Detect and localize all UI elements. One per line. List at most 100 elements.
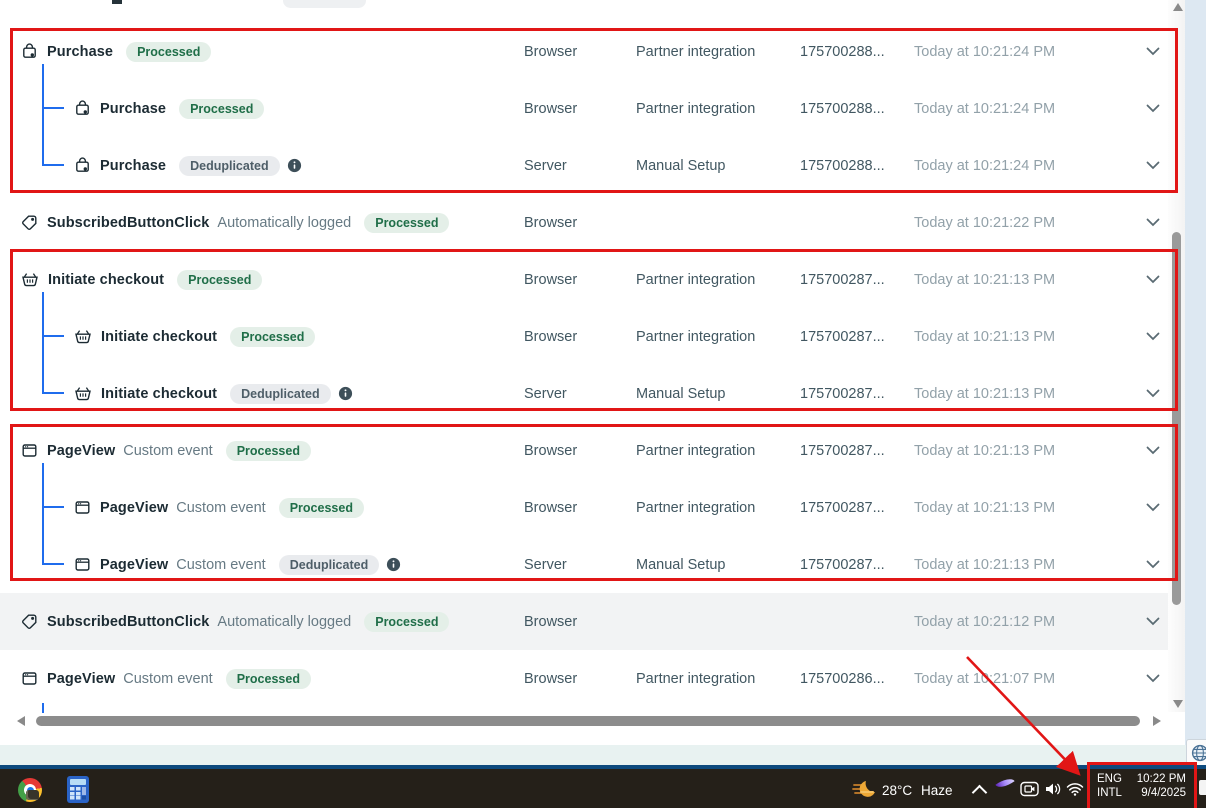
- scroll-right-arrow-icon[interactable]: [1153, 716, 1161, 726]
- event-row[interactable]: PageView Custom event Processed Browser …: [0, 422, 1168, 479]
- tag-icon: [21, 613, 38, 630]
- event-qualifier: Automatically logged: [217, 215, 351, 231]
- time-cell: Today at 10:21:13 PM: [914, 272, 1055, 288]
- event-id-cell: 175700287...: [800, 500, 885, 516]
- event-cell: PageView Custom event Processed: [21, 441, 311, 461]
- weather-desc[interactable]: Haze: [921, 783, 953, 798]
- calculator-icon[interactable]: [67, 776, 89, 803]
- event-cell: SubscribedButtonClick Automatically logg…: [21, 612, 449, 632]
- connection-cell: Browser: [524, 329, 577, 345]
- connection-cell: Browser: [524, 44, 577, 60]
- expand-chevron-icon[interactable]: [1146, 215, 1160, 231]
- scroll-up-arrow-icon[interactable]: [1173, 3, 1183, 11]
- event-row[interactable]: Initiate checkout Processed Browser Part…: [0, 251, 1168, 308]
- weather-temp[interactable]: 28°C: [882, 783, 912, 798]
- time-cell: Today at 10:21:22 PM: [914, 215, 1055, 231]
- expand-chevron-icon[interactable]: [1146, 557, 1160, 573]
- tag-icon: [21, 214, 38, 231]
- meet-now-icon[interactable]: [1020, 781, 1039, 797]
- event-qualifier: Automatically logged: [217, 614, 351, 630]
- event-row[interactable]: SubscribedButtonClick Automatically logg…: [0, 194, 1168, 251]
- wifi-icon[interactable]: [1066, 782, 1084, 796]
- vertical-scrollbar[interactable]: [1168, 0, 1185, 712]
- event-row[interactable]: Purchase Deduplicated Server Manual Setu…: [0, 137, 1168, 194]
- event-name: Initiate checkout: [101, 386, 217, 402]
- taskbar-clock[interactable]: 10:22 PM 9/4/2025: [1128, 772, 1186, 800]
- expand-chevron-icon[interactable]: [1146, 386, 1160, 402]
- status-badge: Processed: [279, 498, 364, 518]
- expand-chevron-icon[interactable]: [1146, 272, 1160, 288]
- event-row[interactable]: Initiate checkout Processed Browser Part…: [0, 308, 1168, 365]
- event-row[interactable]: Initiate checkout Deduplicated Server Ma…: [0, 365, 1168, 422]
- setup-cell: Partner integration: [636, 443, 755, 459]
- event-row[interactable]: Purchase Processed Browser Partner integ…: [0, 23, 1168, 80]
- status-badge: Processed: [226, 669, 311, 689]
- scroll-left-arrow-icon[interactable]: [17, 716, 25, 726]
- connection-cell: Browser: [524, 671, 577, 687]
- horizontal-scrollbar-thumb[interactable]: [36, 716, 1140, 726]
- expand-chevron-icon[interactable]: [1146, 500, 1160, 516]
- event-name: Purchase: [100, 101, 166, 117]
- info-icon[interactable]: [287, 158, 302, 173]
- connection-cell: Browser: [524, 614, 577, 630]
- setup-cell: Partner integration: [636, 272, 755, 288]
- event-cell: Purchase Processed: [21, 42, 211, 62]
- chrome-badge-overlay-icon: [26, 790, 39, 800]
- event-cell: SubscribedButtonClick Automatically logg…: [21, 213, 449, 233]
- scroll-down-arrow-icon[interactable]: [1173, 700, 1183, 708]
- purchase-bag-icon: [74, 100, 91, 117]
- vertical-scrollbar-thumb[interactable]: [1172, 232, 1181, 605]
- expand-chevron-icon[interactable]: [1146, 44, 1160, 60]
- event-row[interactable]: PageView Custom event Deduplicated Serve…: [0, 536, 1168, 593]
- connection-cell: Browser: [524, 215, 577, 231]
- expand-chevron-icon[interactable]: [1146, 101, 1160, 117]
- event-name: PageView: [47, 671, 115, 687]
- expand-chevron-icon[interactable]: [1146, 614, 1160, 630]
- basket-icon: [74, 385, 92, 402]
- time-cell: Today at 10:21:07 PM: [914, 671, 1055, 687]
- weather-icon[interactable]: [852, 779, 878, 799]
- event-id-cell: 175700286...: [800, 671, 885, 687]
- time-cell: Today at 10:21:24 PM: [914, 44, 1055, 60]
- expand-chevron-icon[interactable]: [1146, 158, 1160, 174]
- expand-chevron-icon[interactable]: [1146, 671, 1160, 687]
- time-cell: Today at 10:21:24 PM: [914, 101, 1055, 117]
- status-badge: Processed: [177, 270, 262, 290]
- expand-chevron-icon[interactable]: [1146, 443, 1160, 459]
- info-icon[interactable]: [386, 557, 401, 572]
- connection-cell: Browser: [524, 272, 577, 288]
- info-icon[interactable]: [338, 386, 353, 401]
- expand-chevron-icon[interactable]: [1146, 329, 1160, 345]
- globe-icon[interactable]: [1191, 744, 1206, 767]
- status-badge: Processed: [126, 42, 211, 62]
- time-cell: Today at 10:21:24 PM: [914, 158, 1055, 174]
- event-cell: Initiate checkout Processed: [74, 327, 315, 347]
- event-cell: PageView Custom event Deduplicated: [74, 555, 401, 575]
- horizontal-scrollbar[interactable]: [0, 713, 1168, 729]
- event-id-cell: 175700288...: [800, 158, 885, 174]
- event-id-cell: 175700288...: [800, 44, 885, 60]
- status-badge: Processed: [179, 99, 264, 119]
- event-row[interactable]: Purchase Processed Browser Partner integ…: [0, 80, 1168, 137]
- language-line2: INTL: [1097, 786, 1122, 800]
- volume-icon[interactable]: [1044, 781, 1062, 797]
- event-name: Purchase: [47, 44, 113, 60]
- status-badge: Processed: [230, 327, 315, 347]
- event-name: Initiate checkout: [48, 272, 164, 288]
- status-badge: Processed: [364, 612, 449, 632]
- clock-date: 9/4/2025: [1128, 786, 1186, 800]
- event-cell: PageView Custom event Processed: [74, 498, 364, 518]
- event-cell: Initiate checkout Deduplicated: [74, 384, 353, 404]
- status-badge: Processed: [364, 213, 449, 233]
- setup-cell: Partner integration: [636, 44, 755, 60]
- status-badge: Deduplicated: [230, 384, 331, 404]
- event-row[interactable]: PageView Custom event Processed Browser …: [0, 650, 1168, 707]
- event-row[interactable]: PageView Custom event Processed Browser …: [0, 479, 1168, 536]
- action-center-icon[interactable]: [1199, 780, 1206, 795]
- event-row[interactable]: SubscribedButtonClick Automatically logg…: [0, 593, 1168, 650]
- window-bottom-edge: [0, 745, 1206, 765]
- language-indicator[interactable]: ENG INTL: [1097, 772, 1122, 800]
- connection-cell: Server: [524, 386, 567, 402]
- setup-cell: Partner integration: [636, 500, 755, 516]
- event-qualifier: Custom event: [123, 443, 212, 459]
